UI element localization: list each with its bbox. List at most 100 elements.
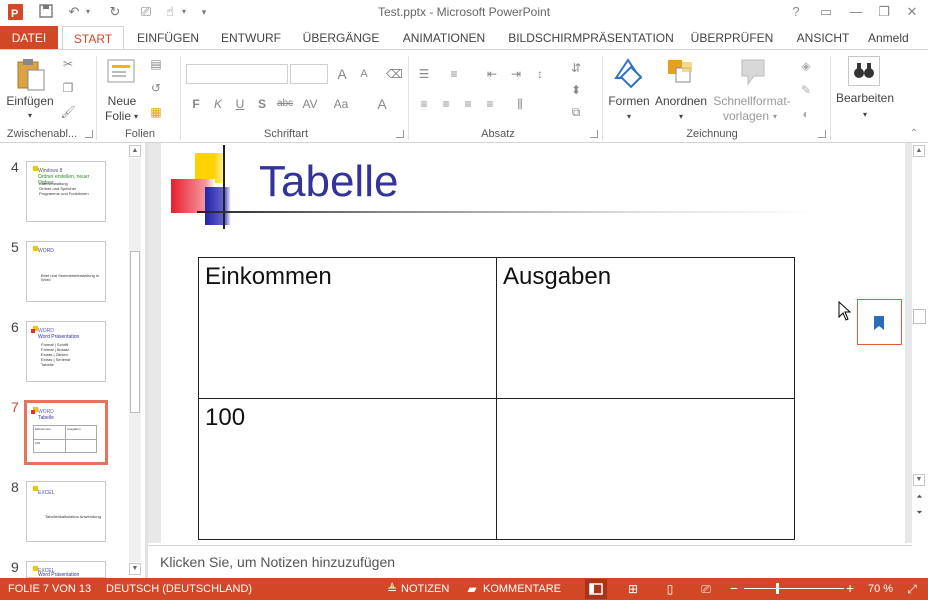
layout-icon[interactable]: ▤ [148, 56, 164, 72]
table-cell[interactable] [496, 398, 795, 540]
slide-title[interactable]: Tabelle [259, 157, 398, 207]
restore-button[interactable]: ❐ [872, 2, 896, 22]
notes-button[interactable]: NOTIZEN [401, 583, 449, 595]
arrange-dropdown-icon[interactable]: ▾ [652, 109, 710, 124]
reading-view-icon[interactable]: ▯ [662, 581, 678, 597]
clear-format-icon[interactable]: ⌫ [386, 66, 403, 82]
numbering-icon[interactable]: ≡ [446, 66, 462, 82]
prev-slide-icon[interactable]: ⏶ [913, 492, 926, 504]
table-cell[interactable]: Einkommen [198, 257, 497, 399]
quick-styles-label-2[interactable]: vorlagen [716, 109, 776, 124]
shapes-button[interactable]: Formen [606, 94, 652, 109]
new-slide-label-1[interactable]: Neue [100, 94, 144, 109]
minimize-button[interactable]: — [844, 2, 868, 22]
arrange-icon[interactable] [664, 56, 698, 88]
format-painter-icon[interactable]: 🖌 [60, 104, 76, 120]
align-right-icon[interactable]: ≡ [460, 96, 476, 112]
quick-styles-icon[interactable] [736, 56, 770, 88]
next-slide-icon[interactable]: ⏷ [913, 508, 926, 520]
slide-sorter-icon[interactable]: ⊞ [625, 581, 641, 597]
font-name-select[interactable] [186, 64, 288, 84]
bold-button[interactable]: F [188, 96, 204, 112]
decrease-indent-icon[interactable]: ⇤ [484, 66, 500, 82]
zoom-out-button[interactable]: − [730, 580, 738, 596]
clipboard-launcher-icon[interactable] [85, 130, 93, 138]
ribbon-display-icon[interactable]: ▭ [814, 2, 838, 22]
strikethrough-button[interactable]: abc [276, 96, 294, 112]
slideshow-icon[interactable]: ⎚ [698, 581, 714, 597]
tab-animations[interactable]: ANIMATIONEN [394, 26, 494, 50]
editing-button[interactable]: Bearbeiten [834, 91, 896, 106]
tab-view[interactable]: ANSICHT [786, 26, 860, 50]
align-text-icon[interactable]: ⬍ [568, 82, 584, 98]
smartart-icon[interactable]: ⧉ [568, 104, 584, 120]
collapse-ribbon-icon[interactable]: ⌃ [906, 126, 922, 142]
char-spacing-button[interactable]: AV [300, 96, 320, 112]
font-color-button[interactable]: A [374, 96, 390, 112]
arrange-button[interactable]: Anordnen [652, 94, 710, 109]
language-indicator[interactable]: DEUTSCH (DEUTSCHLAND) [106, 583, 252, 595]
shape-outline-icon[interactable]: ✎ [798, 82, 814, 98]
slide-canvas[interactable]: Tabelle Einkommen Ausgaben 100 [161, 143, 905, 543]
shape-fill-icon[interactable]: ◈ [798, 58, 814, 74]
tab-transitions[interactable]: ÜBERGÄNGE [296, 26, 386, 50]
zoom-in-button[interactable]: + [846, 580, 854, 596]
drawing-launcher-icon[interactable] [818, 130, 826, 138]
line-spacing-icon[interactable]: ↕ [532, 66, 548, 82]
tab-review[interactable]: ÜBERPRÜFEN [688, 26, 776, 50]
slide-thumbnail-8[interactable]: EXCEL Tabellenkalkulation Anwendung [26, 481, 106, 542]
underline-button[interactable]: U [232, 96, 248, 112]
pane-scrollbar-thumb[interactable] [130, 251, 140, 413]
paste-icon[interactable] [14, 56, 48, 92]
slide-table[interactable]: Einkommen Ausgaben 100 [198, 257, 795, 540]
tab-design[interactable]: ENTWURF [214, 26, 288, 50]
editor-scroll-thumb[interactable] [913, 309, 926, 324]
shapes-dropdown-icon[interactable]: ▾ [606, 109, 652, 124]
align-left-icon[interactable]: ≡ [416, 96, 432, 112]
tab-insert[interactable]: EINFÜGEN [130, 26, 206, 50]
slide-thumbnail-9[interactable]: EXCEL Word Präsentation [26, 561, 106, 578]
comments-button[interactable]: KOMMENTARE [483, 583, 561, 595]
fit-to-window-icon[interactable]: ⤢ [904, 581, 920, 597]
pane-scroll-down-icon[interactable]: ▼ [129, 563, 141, 575]
reset-icon[interactable]: ↺ [148, 80, 164, 96]
columns-icon[interactable]: ⫼ [512, 96, 528, 112]
notes-icon[interactable]: ≜ [384, 581, 400, 597]
increase-indent-icon[interactable]: ⇥ [508, 66, 524, 82]
pane-scroll-up-icon[interactable]: ▲ [129, 145, 141, 157]
zoom-slider-thumb[interactable] [776, 583, 779, 594]
slide-thumbnail-6[interactable]: WORD Word Präsentation Format | Schrift … [26, 321, 106, 382]
copy-icon[interactable]: ❐ [60, 80, 76, 96]
notes-pane[interactable]: Klicken Sie, um Notizen hinzuzufügen [148, 545, 912, 578]
cut-icon[interactable]: ✂ [60, 56, 76, 72]
editor-scroll-down-icon[interactable]: ▼ [913, 474, 925, 486]
paste-button[interactable]: Einfügen [4, 94, 56, 109]
find-binoculars-icon[interactable] [848, 56, 880, 86]
table-cell[interactable]: Ausgaben [496, 257, 795, 399]
paragraph-launcher-icon[interactable] [590, 130, 598, 138]
table-cell[interactable]: 100 [198, 398, 497, 540]
font-size-select[interactable] [290, 64, 328, 84]
comments-icon[interactable]: ▰ [464, 581, 480, 597]
editing-dropdown-icon[interactable]: ▾ [834, 107, 896, 122]
new-slide-icon[interactable] [106, 56, 138, 86]
section-icon[interactable]: ▦ [148, 104, 164, 120]
slide-thumbnail-7[interactable]: WORD Tabelle Einkommen Ausgaben 100 [24, 400, 108, 465]
editor-scroll-up-icon[interactable]: ▲ [913, 145, 925, 157]
grow-font-icon[interactable]: A [334, 66, 350, 82]
close-button[interactable]: ✕ [900, 2, 924, 22]
shapes-icon[interactable] [612, 56, 646, 89]
italic-button[interactable]: K [210, 96, 226, 112]
tab-file[interactable]: DATEI [0, 26, 58, 50]
bullets-icon[interactable]: ☰ [416, 66, 432, 82]
slide-thumbnail-5[interactable]: WORD Brief und Serienbrieferstellung in … [26, 241, 106, 302]
font-launcher-icon[interactable] [396, 130, 404, 138]
tab-slideshow[interactable]: BILDSCHIRMPRÄSENTATION [504, 26, 678, 50]
quick-styles-dropdown-icon[interactable]: ▾ [770, 109, 780, 124]
shrink-font-icon[interactable]: A [356, 66, 372, 82]
text-direction-icon[interactable]: ⇵ [568, 60, 584, 76]
new-slide-dropdown-icon[interactable]: ▾ [131, 109, 141, 124]
change-case-button[interactable]: Aa [330, 96, 352, 112]
sign-in-link[interactable]: Anmeld [868, 26, 924, 50]
shadow-button[interactable]: S [254, 96, 270, 112]
